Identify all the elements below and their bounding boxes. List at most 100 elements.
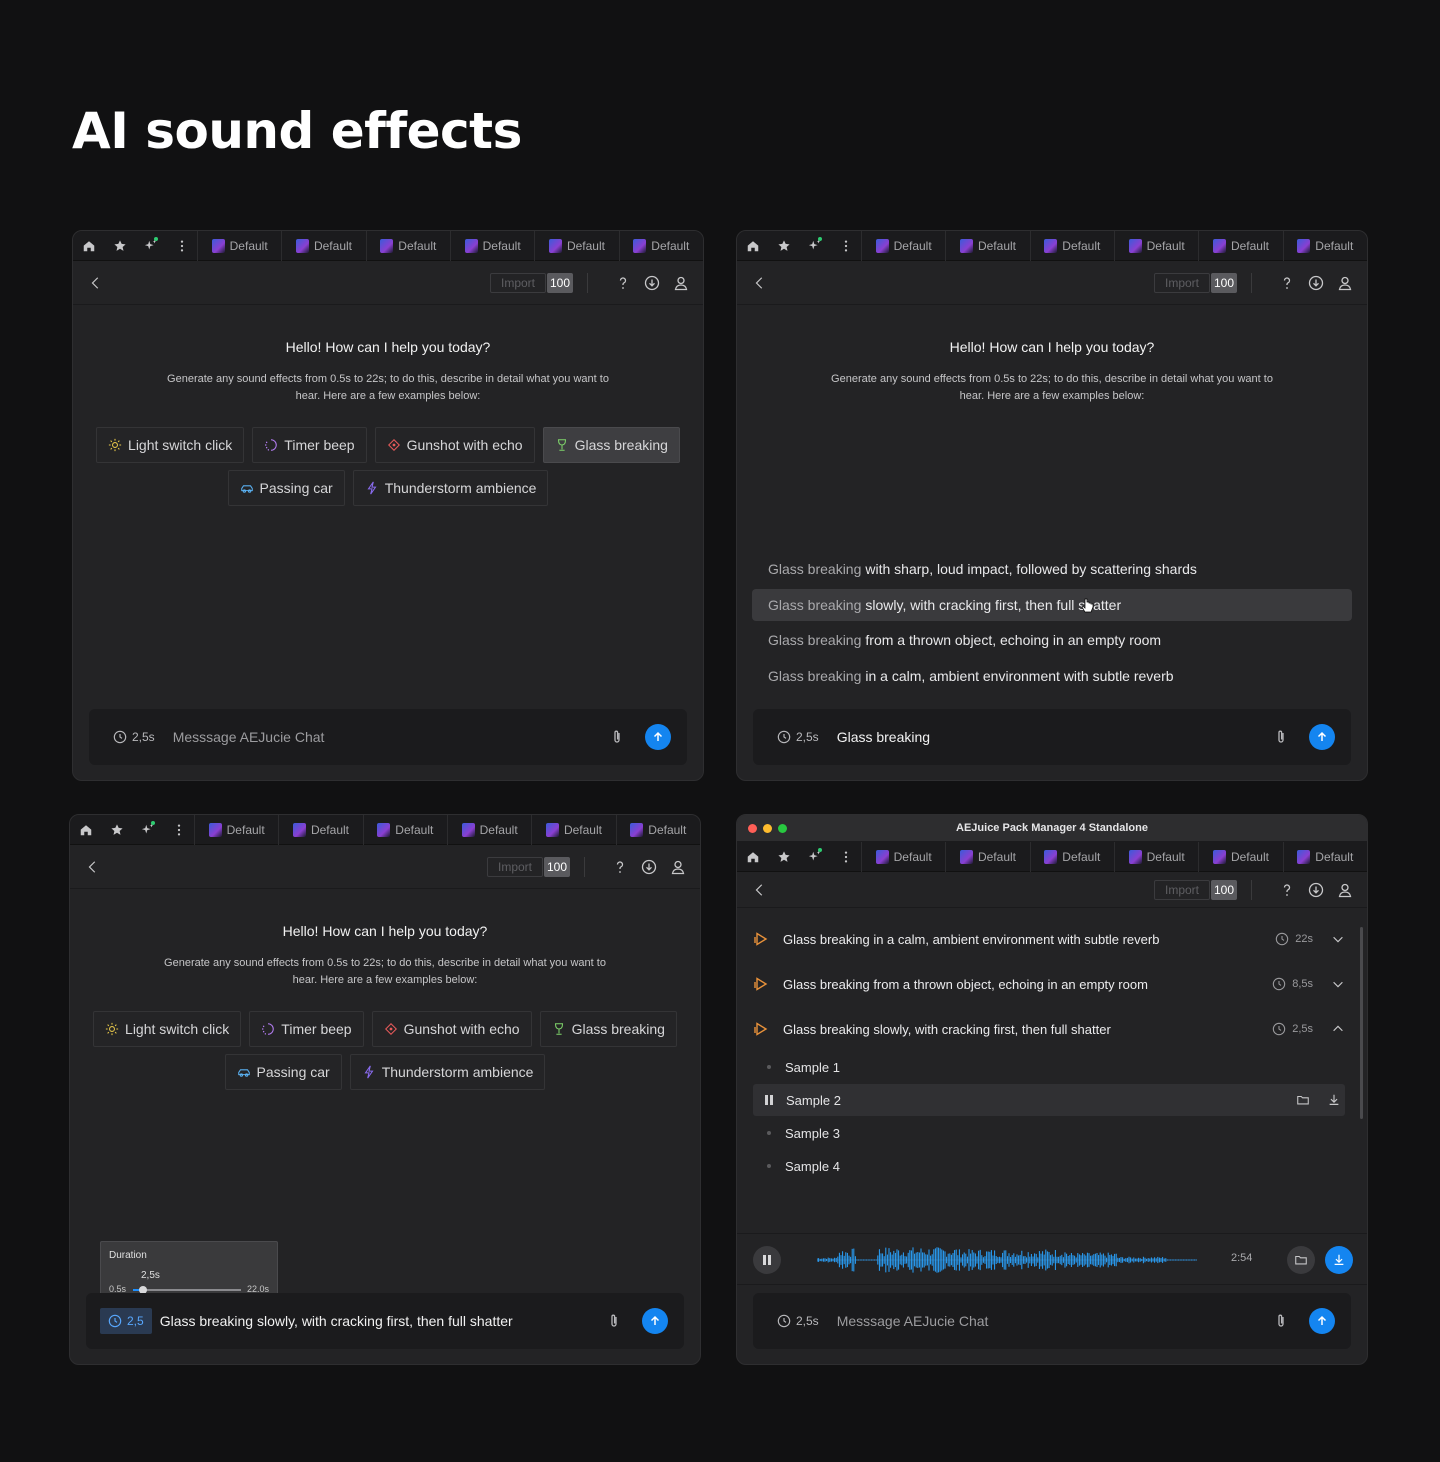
more-button[interactable] xyxy=(830,842,861,872)
example-chip[interactable]: Light switch click xyxy=(96,427,245,463)
home-button[interactable] xyxy=(737,231,768,261)
more-button[interactable] xyxy=(163,815,194,845)
duration-button[interactable]: 2,5s xyxy=(777,1314,819,1328)
favorites-button[interactable] xyxy=(768,842,799,872)
tab-default[interactable]: Default xyxy=(278,815,362,845)
ai-button[interactable] xyxy=(799,842,830,872)
user-icon[interactable] xyxy=(670,859,686,875)
play-icon[interactable] xyxy=(753,1021,769,1037)
duration-button[interactable]: 2,5 xyxy=(100,1308,152,1334)
back-icon[interactable] xyxy=(753,276,767,290)
tab-default[interactable]: Default xyxy=(618,231,703,261)
paperclip-icon[interactable] xyxy=(1273,729,1289,745)
tab-default[interactable]: Default xyxy=(449,231,534,261)
pause-button[interactable] xyxy=(753,1246,781,1274)
more-button[interactable] xyxy=(830,231,861,261)
paperclip-icon[interactable] xyxy=(609,729,625,745)
chevron-down-icon[interactable] xyxy=(1331,932,1345,946)
ai-button[interactable] xyxy=(135,231,166,261)
send-button[interactable] xyxy=(642,1308,668,1334)
maximize-window-button[interactable] xyxy=(778,824,787,833)
ai-button[interactable] xyxy=(132,815,163,845)
paperclip-icon[interactable] xyxy=(1273,1313,1289,1329)
tab-default[interactable]: Default xyxy=(362,815,447,845)
back-icon[interactable] xyxy=(86,860,100,874)
example-chip[interactable]: Thunderstorm ambience xyxy=(349,1054,546,1090)
paperclip-icon[interactable] xyxy=(606,1313,622,1329)
message-input[interactable]: Glass breaking xyxy=(837,729,1273,745)
download-button[interactable] xyxy=(1325,1246,1353,1274)
sample-item[interactable]: Sample 4 xyxy=(753,1150,1345,1182)
duration-button[interactable]: 2,5s xyxy=(113,730,155,744)
example-chip[interactable]: Passing car xyxy=(224,1054,342,1090)
message-input[interactable]: Messsage AEJucie Chat xyxy=(173,729,609,745)
user-icon[interactable] xyxy=(1337,275,1353,291)
duration-slider[interactable] xyxy=(133,1286,241,1294)
example-chip[interactable]: Gunshot with echo xyxy=(371,1011,532,1047)
tab-default[interactable]: Default xyxy=(1282,841,1367,872)
import-button[interactable]: Import xyxy=(490,272,546,293)
help-icon[interactable] xyxy=(612,859,628,875)
suggestion-item[interactable]: Glass breaking in a calm, ambient environ… xyxy=(752,660,1352,692)
play-icon[interactable] xyxy=(753,976,769,992)
tab-default[interactable]: Default xyxy=(194,815,278,845)
tab-default[interactable]: Default xyxy=(1282,231,1367,261)
help-icon[interactable] xyxy=(1279,882,1295,898)
tab-default[interactable]: Default xyxy=(365,231,450,261)
tab-default[interactable]: Default xyxy=(861,841,945,872)
sample-item[interactable]: Sample 1 xyxy=(753,1051,1345,1083)
favorites-button[interactable] xyxy=(101,815,132,845)
tab-default[interactable]: Default xyxy=(1198,841,1282,872)
import-button[interactable]: Import xyxy=(487,856,543,877)
result-row[interactable]: Glass breaking in a calm, ambient enviro… xyxy=(753,921,1345,957)
message-input[interactable]: Glass breaking slowly, with cracking fir… xyxy=(160,1313,606,1329)
tab-default[interactable]: Default xyxy=(281,231,365,261)
folder-icon[interactable] xyxy=(1296,1093,1310,1107)
suggestion-item[interactable]: Glass breaking with sharp, loud impact, f… xyxy=(752,553,1352,585)
chevron-down-icon[interactable] xyxy=(1331,977,1345,991)
download-circle-icon[interactable] xyxy=(1308,275,1324,291)
tab-default[interactable]: Default xyxy=(945,841,1029,872)
download-circle-icon[interactable] xyxy=(644,275,660,291)
example-chip[interactable]: Passing car xyxy=(227,470,345,506)
send-button[interactable] xyxy=(1309,724,1335,750)
example-chip[interactable]: Timer beep xyxy=(252,427,367,463)
home-button[interactable] xyxy=(70,815,101,845)
home-button[interactable] xyxy=(73,231,104,261)
import-button[interactable]: Import xyxy=(1154,879,1210,900)
example-chip[interactable]: Glass breaking xyxy=(542,427,680,463)
tab-default[interactable]: Default xyxy=(1029,841,1114,872)
more-button[interactable] xyxy=(166,231,197,261)
download-icon[interactable] xyxy=(1327,1093,1341,1107)
download-circle-icon[interactable] xyxy=(641,859,657,875)
waveform[interactable] xyxy=(817,1244,1197,1276)
tab-default[interactable]: Default xyxy=(1113,841,1198,872)
back-icon[interactable] xyxy=(89,276,103,290)
example-chip[interactable]: Timer beep xyxy=(249,1011,364,1047)
example-chip[interactable]: Gunshot with echo xyxy=(374,427,535,463)
favorites-button[interactable] xyxy=(768,231,799,261)
tab-default[interactable]: Default xyxy=(1198,231,1282,261)
suggestion-item[interactable]: Glass breaking from a thrown object, echo… xyxy=(752,624,1352,656)
folder-button[interactable] xyxy=(1287,1246,1315,1274)
send-button[interactable] xyxy=(1309,1308,1335,1334)
tab-default[interactable]: Default xyxy=(534,231,618,261)
pause-icon[interactable] xyxy=(765,1095,775,1105)
back-icon[interactable] xyxy=(753,883,767,897)
help-icon[interactable] xyxy=(615,275,631,291)
tab-default[interactable]: Default xyxy=(945,231,1029,261)
ai-button[interactable] xyxy=(799,231,830,261)
tab-default[interactable]: Default xyxy=(861,231,945,261)
help-icon[interactable] xyxy=(1279,275,1295,291)
close-window-button[interactable] xyxy=(748,824,757,833)
sample-item[interactable]: Sample 3 xyxy=(753,1117,1345,1149)
import-button[interactable]: Import xyxy=(1154,272,1210,293)
download-circle-icon[interactable] xyxy=(1308,882,1324,898)
user-icon[interactable] xyxy=(673,275,689,291)
chevron-up-icon[interactable] xyxy=(1331,1022,1345,1036)
sample-item[interactable]: Sample 2 xyxy=(753,1084,1345,1116)
example-chip[interactable]: Thunderstorm ambience xyxy=(352,470,549,506)
result-row[interactable]: Glass breaking from a thrown object, ech… xyxy=(753,966,1345,1002)
tab-default[interactable]: Default xyxy=(531,815,615,845)
tab-default[interactable]: Default xyxy=(1113,231,1198,261)
